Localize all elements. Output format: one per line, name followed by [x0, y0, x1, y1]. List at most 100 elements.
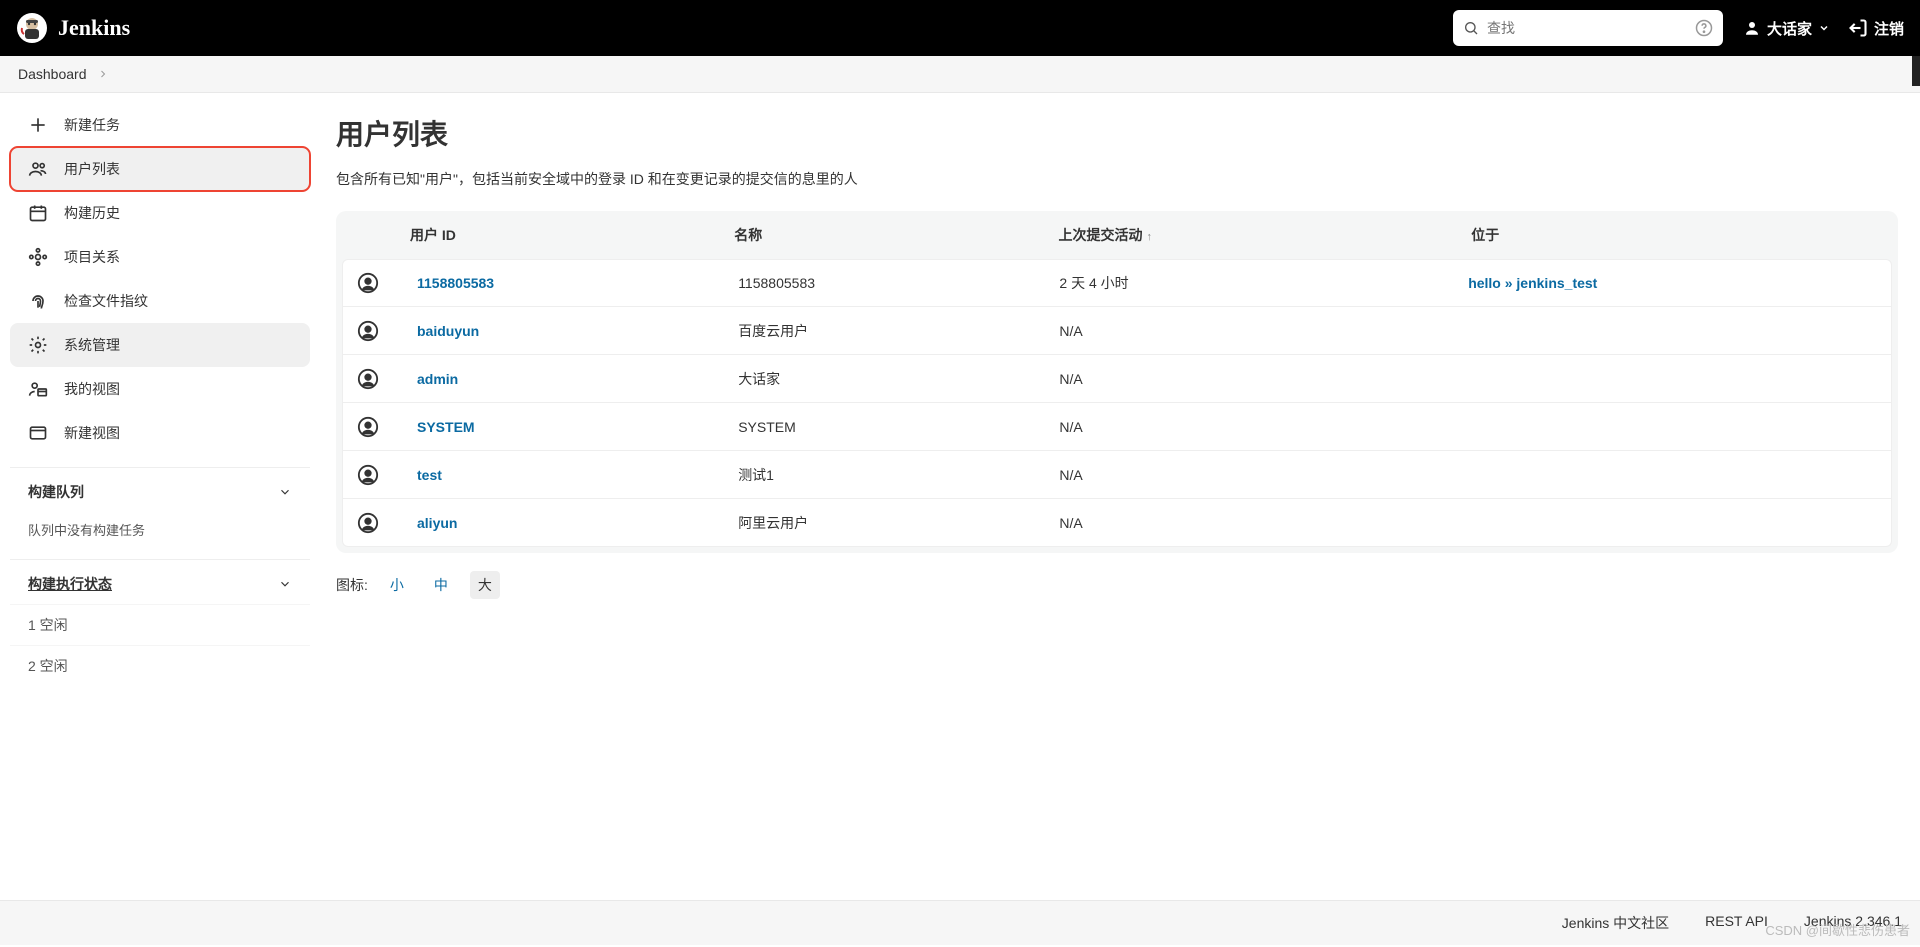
logout-label: 注销 [1874, 18, 1904, 39]
search-icon [1463, 20, 1479, 36]
col-name[interactable]: 名称 [734, 225, 1058, 245]
last-commit-cell: N/A [1059, 371, 1468, 387]
users-table: 用户 ID 名称 上次提交活动↑ 位于 11588055831158805583… [336, 211, 1898, 553]
users-icon [28, 159, 50, 179]
breadcrumb: Dashboard [0, 56, 1920, 93]
footer-version[interactable]: Jenkins 2.346.1 [1804, 913, 1902, 933]
sidebar-item-new-view[interactable]: 新建视图 [10, 411, 310, 455]
sidebar-item-label: 检查文件指纹 [64, 291, 148, 311]
user-icon [357, 320, 417, 342]
user-id-link[interactable]: 1158805583 [417, 275, 494, 291]
user-name-cell: 阿里云用户 [738, 513, 1059, 533]
table-row: 115880558311588055832 天 4 小时hello » jenk… [342, 259, 1892, 307]
sidebar-item-fingerprint[interactable]: 检查文件指纹 [10, 279, 310, 323]
user-icon [357, 272, 417, 294]
sidebar-item-new-job[interactable]: 新建任务 [10, 103, 310, 147]
user-icon [1743, 19, 1761, 37]
build-queue-header[interactable]: 构建队列 [10, 468, 310, 512]
user-name-cell: 测试1 [738, 465, 1059, 485]
user-id-link[interactable]: aliyun [417, 515, 457, 531]
user-icon [357, 512, 417, 534]
last-commit-cell: N/A [1059, 323, 1468, 339]
chevron-right-icon [97, 68, 109, 80]
last-commit-cell: N/A [1059, 467, 1468, 483]
search-input[interactable] [1487, 20, 1695, 36]
sidebar-item-system[interactable]: 系统管理 [10, 323, 310, 367]
breadcrumb-root[interactable]: Dashboard [18, 66, 87, 82]
right-edge-handle[interactable] [1912, 56, 1920, 86]
build-queue-section: 构建队列 队列中没有构建任务 [10, 467, 310, 547]
executor-header[interactable]: 构建执行状态 [10, 560, 310, 604]
user-icon [357, 464, 417, 486]
sidebar: 新建任务 用户列表 构建历史 项目关系 检查文件指纹 系统管理 我的视图 新建 [0, 93, 320, 900]
footer-community[interactable]: Jenkins 中文社区 [1562, 913, 1669, 933]
table-header: 用户 ID 名称 上次提交活动↑ 位于 [336, 211, 1898, 259]
sidebar-item-label: 构建历史 [64, 203, 120, 223]
sidebar-item-label: 用户列表 [64, 159, 120, 179]
user-id-link[interactable]: SYSTEM [417, 419, 475, 435]
sidebar-item-my-views[interactable]: 我的视图 [10, 367, 310, 411]
user-name-cell: 百度云用户 [738, 321, 1059, 341]
search-box[interactable] [1453, 10, 1723, 46]
page-title: 用户列表 [336, 113, 1898, 153]
chevron-down-icon [278, 577, 292, 591]
icon-size-small[interactable]: 小 [382, 571, 412, 599]
user-name: 大话家 [1767, 18, 1812, 39]
sidebar-item-project-relations[interactable]: 项目关系 [10, 235, 310, 279]
fingerprint-icon [28, 291, 50, 311]
col-last[interactable]: 上次提交活动↑ [1059, 225, 1472, 245]
build-queue-title: 构建队列 [28, 482, 84, 502]
icon-size-medium[interactable]: 中 [426, 571, 456, 599]
table-row: SYSTEMSYSTEMN/A [342, 403, 1892, 451]
on-link[interactable]: hello » jenkins_test [1468, 275, 1597, 291]
gear-icon [28, 335, 50, 355]
user-id-link[interactable]: test [417, 467, 442, 483]
chevron-down-icon [1818, 22, 1830, 34]
sidebar-item-label: 新建视图 [64, 423, 120, 443]
sidebar-item-label: 新建任务 [64, 115, 120, 135]
icon-size-label: 图标: [336, 575, 368, 595]
col-on[interactable]: 位于 [1471, 225, 1884, 245]
chevron-down-icon [278, 485, 292, 499]
icon-size-picker: 图标: 小 中 大 [336, 571, 1898, 599]
page-description: 包含所有已知"用户"，包括当前安全域中的登录 ID 和在变更记录的提交信的息里的… [336, 169, 1898, 189]
user-name-cell: 大话家 [738, 369, 1059, 389]
sidebar-item-label: 项目关系 [64, 247, 120, 267]
executor-row: 1 空闲 [10, 604, 310, 645]
table-row: baiduyun 百度云用户N/A [342, 307, 1892, 355]
logout-icon [1848, 18, 1868, 38]
new-view-icon [28, 423, 50, 443]
help-icon[interactable] [1695, 19, 1713, 37]
build-queue-empty: 队列中没有构建任务 [10, 512, 310, 547]
relations-icon [28, 247, 50, 267]
calendar-icon [28, 203, 50, 223]
jenkins-logo-icon [16, 12, 48, 44]
user-name-cell: SYSTEM [738, 419, 1059, 435]
icon-size-large[interactable]: 大 [470, 571, 500, 599]
executor-row: 2 空闲 [10, 645, 310, 686]
table-row: aliyun 阿里云用户N/A [342, 499, 1892, 547]
footer: Jenkins 中文社区 REST API Jenkins 2.346.1 [0, 900, 1920, 945]
main: 用户列表 包含所有已知"用户"，包括当前安全域中的登录 ID 和在变更记录的提交… [320, 93, 1920, 900]
on-cell: hello » jenkins_test [1468, 275, 1877, 291]
footer-restapi[interactable]: REST API [1705, 913, 1768, 933]
my-views-icon [28, 379, 50, 399]
sidebar-item-label: 我的视图 [64, 379, 120, 399]
logout-button[interactable]: 注销 [1848, 18, 1904, 39]
brand-name: Jenkins [58, 15, 130, 41]
topbar: Jenkins 大话家 注销 [0, 0, 1920, 56]
user-menu[interactable]: 大话家 [1743, 18, 1830, 39]
last-commit-cell: N/A [1059, 515, 1468, 531]
sort-up-icon: ↑ [1147, 231, 1153, 243]
executor-title[interactable]: 构建执行状态 [28, 574, 112, 594]
executor-section: 构建执行状态 1 空闲2 空闲 [10, 559, 310, 686]
brand[interactable]: Jenkins [16, 12, 130, 44]
user-id-link[interactable]: admin [417, 371, 458, 387]
col-userid[interactable]: 用户 ID [410, 225, 734, 245]
user-id-link[interactable]: baiduyun [417, 323, 479, 339]
table-row: test 测试1N/A [342, 451, 1892, 499]
last-commit-cell: N/A [1059, 419, 1468, 435]
sidebar-item-users[interactable]: 用户列表 [10, 147, 310, 191]
sidebar-item-build-history[interactable]: 构建历史 [10, 191, 310, 235]
plus-icon [28, 115, 50, 135]
